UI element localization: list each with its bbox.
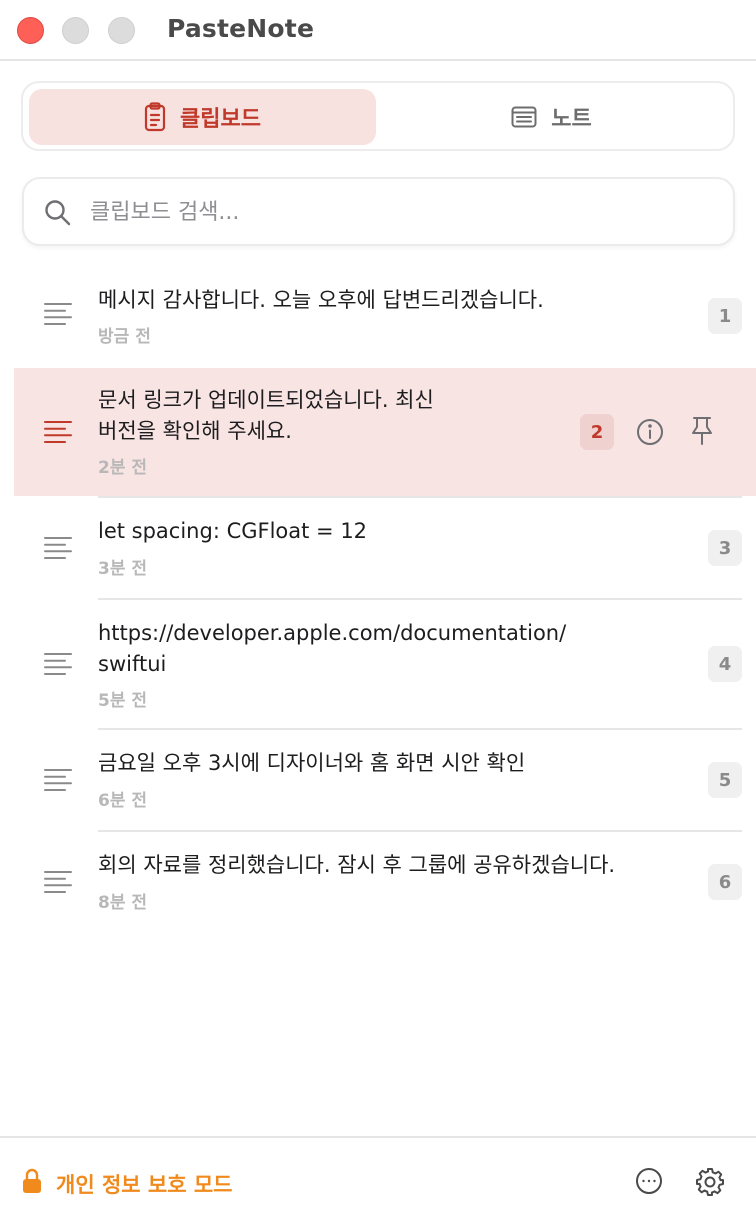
text-lines-icon (44, 870, 72, 898)
privacy-mode-label: 개인 정보 보호 모드 (56, 1172, 233, 1197)
clip-text-line: let spacing: CGFloat = 12 (98, 519, 368, 543)
privacy-mode-button[interactable]: 개인 정보 보호 모드 (22, 1168, 233, 1199)
clip-text-line: 금요일 오후 3시에 디자이너와 홈 화면 시안 확인 (98, 751, 526, 775)
clip-time: 6분 전 (98, 791, 148, 811)
list-item[interactable]: let spacing: CGFloat = 12 3분 전 3 (14, 498, 756, 598)
app-window: PasteNote 클립보드 노트 클립보드 검색... 메시지 감사합니다. … (0, 0, 756, 1220)
minimize-window-button[interactable] (62, 17, 89, 44)
clip-text: 문서 링크가 업데이트되었습니다. 최신 버전을 확인해 주세요. (98, 385, 434, 447)
clip-text-line: https://developer.apple.com/documentatio… (98, 621, 567, 645)
clip-text: 금요일 오후 3시에 디자이너와 홈 화면 시안 확인 (98, 748, 525, 779)
text-lines-icon (44, 652, 72, 680)
tab-notes[interactable]: 노트 (376, 89, 727, 145)
app-title: PasteNote (167, 14, 315, 43)
clip-text-line: swiftui (98, 652, 167, 676)
list-item[interactable]: 금요일 오후 3시에 디자이너와 홈 화면 시안 확인 6분 전 5 (14, 730, 756, 830)
list-item[interactable]: 회의 자료를 정리했습니다. 잠시 후 그룹에 공유하겠습니다. 8분 전 6 (14, 832, 756, 932)
clip-text-line: 회의 자료를 정리했습니다. 잠시 후 그룹에 공유하겠습니다. (98, 853, 616, 877)
title-bar: PasteNote (0, 0, 756, 61)
info-icon[interactable] (636, 418, 664, 450)
clip-time: 8분 전 (98, 893, 148, 913)
gear-icon[interactable] (695, 1167, 725, 1201)
close-window-button[interactable] (17, 17, 44, 44)
clip-index-badge: 1 (708, 298, 742, 334)
clip-time: 방금 전 (98, 327, 151, 347)
tab-clipboard-label: 클립보드 (180, 107, 261, 132)
zoom-window-button[interactable] (108, 17, 135, 44)
pin-icon[interactable] (690, 416, 714, 450)
tab-switcher: 클립보드 노트 (21, 81, 735, 151)
text-lines-icon (44, 420, 72, 448)
clip-time: 3분 전 (98, 559, 148, 579)
list-item[interactable]: https://developer.apple.com/documentatio… (14, 600, 756, 728)
clip-index-badge: 4 (708, 646, 742, 682)
ellipsis-circle-icon[interactable] (635, 1167, 663, 1199)
search-icon (44, 199, 71, 230)
clip-text-line: 버전을 확인해 주세요. (98, 419, 292, 443)
clip-text-line: 문서 링크가 업데이트되었습니다. 최신 (98, 388, 434, 412)
text-lines-icon (44, 768, 72, 796)
tab-clipboard[interactable]: 클립보드 (29, 89, 376, 145)
clip-time: 2분 전 (98, 458, 148, 478)
clip-text: https://developer.apple.com/documentatio… (98, 618, 566, 680)
search-bar (22, 177, 735, 246)
clip-text-line: 메시지 감사합니다. 오늘 오후에 답변드리겠습니다. (98, 288, 544, 312)
clipboard-icon (144, 102, 166, 132)
clip-text: let spacing: CGFloat = 12 (98, 516, 367, 547)
clip-index-badge: 6 (708, 864, 742, 900)
clip-index-badge: 5 (708, 762, 742, 798)
search-input[interactable] (88, 189, 712, 235)
text-lines-icon (44, 302, 72, 330)
clip-text: 메시지 감사합니다. 오늘 오후에 답변드리겠습니다. (98, 285, 544, 316)
clip-index-badge: 2 (580, 414, 614, 450)
list-item-selected[interactable]: 문서 링크가 업데이트되었습니다. 최신 버전을 확인해 주세요. 2분 전 2 (14, 368, 756, 496)
list-item[interactable]: 메시지 감사합니다. 오늘 오후에 답변드리겠습니다. 방금 전 1 (14, 268, 756, 366)
bottom-bar: 개인 정보 보호 모드 (0, 1136, 756, 1220)
clip-index-badge: 3 (708, 530, 742, 566)
tab-notes-label: 노트 (551, 107, 592, 132)
note-icon (511, 106, 537, 128)
clip-time: 5분 전 (98, 691, 148, 711)
lock-icon (22, 1168, 42, 1199)
text-lines-icon (44, 536, 72, 564)
clip-text: 회의 자료를 정리했습니다. 잠시 후 그룹에 공유하겠습니다. (98, 850, 615, 881)
